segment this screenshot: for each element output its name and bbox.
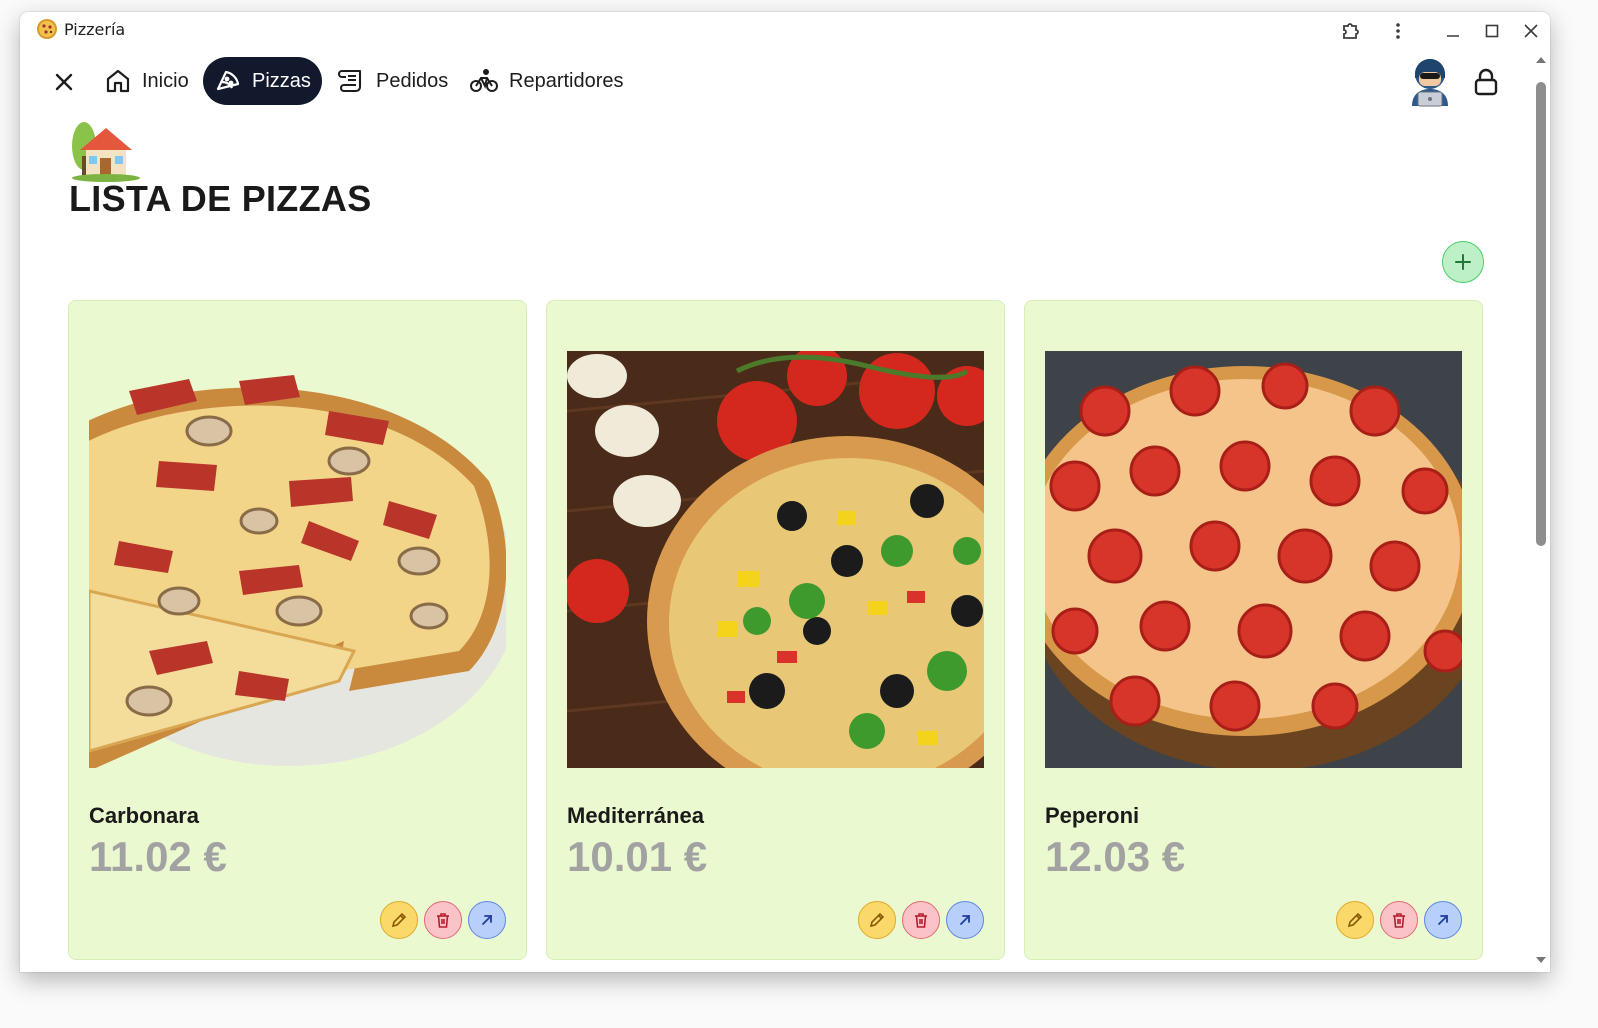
pizza-image-peperoni xyxy=(1045,351,1462,768)
pizza-card[interactable]: Carbonara 11.02 € xyxy=(68,300,527,960)
trash-icon xyxy=(915,913,927,928)
pizza-app-icon xyxy=(37,19,57,39)
home-icon xyxy=(106,69,130,93)
pizza-card[interactable]: Mediterránea 10.01 € xyxy=(546,300,1005,960)
window-title: Pizzería xyxy=(64,20,126,39)
trash-icon xyxy=(437,913,449,928)
app-window: Pizzería Inicio Pizzas Pedidos Repartido… xyxy=(20,12,1550,972)
pizza-card[interactable]: Peperoni 12.03 € xyxy=(1024,300,1483,960)
pizza-name: Carbonara xyxy=(89,803,200,828)
delete-button[interactable] xyxy=(424,901,462,939)
pizza-image-mediterranea xyxy=(567,351,984,768)
nav-item-label: Repartidores xyxy=(509,69,624,92)
pizza-price: 11.02 € xyxy=(89,833,227,880)
pizza-actions xyxy=(1336,901,1462,939)
arrow-up-right-icon xyxy=(960,915,970,925)
open-detail-button[interactable] xyxy=(468,901,506,939)
close-icon xyxy=(55,73,73,91)
nav-item-pedidos[interactable]: Pedidos xyxy=(324,57,460,105)
nav-item-pizzas[interactable]: Pizzas xyxy=(203,57,322,105)
pizza-icon xyxy=(216,70,240,91)
scroll-up-icon[interactable] xyxy=(1534,54,1548,66)
delete-button[interactable] xyxy=(902,901,940,939)
nav-item-inicio[interactable]: Inicio xyxy=(92,57,201,105)
edit-button[interactable] xyxy=(1336,901,1374,939)
house-icon xyxy=(72,122,140,182)
pencil-icon xyxy=(869,912,885,928)
pizza-image-carbonara xyxy=(89,351,506,768)
edit-button[interactable] xyxy=(858,901,896,939)
more-options-icon[interactable] xyxy=(1385,18,1411,44)
pizza-actions xyxy=(380,901,506,939)
nav-item-repartidores[interactable]: Repartidores xyxy=(457,57,636,105)
pizza-grid: Carbonara 11.02 € Mediterránea 10.01 € P… xyxy=(68,300,1484,960)
bicycle-icon xyxy=(470,69,498,92)
scrollbar-thumb[interactable] xyxy=(1536,82,1546,546)
delete-button[interactable] xyxy=(1380,901,1418,939)
pizza-price: 10.01 € xyxy=(567,833,708,880)
main-navigation: Inicio Pizzas Pedidos Repartidores xyxy=(20,56,1530,108)
logout-lock-button[interactable] xyxy=(1470,66,1502,98)
scroll-down-icon[interactable] xyxy=(1534,954,1548,966)
extensions-icon[interactable] xyxy=(1338,18,1364,44)
open-detail-button[interactable] xyxy=(1424,901,1462,939)
plus-icon xyxy=(1455,254,1471,270)
pizza-name: Mediterránea xyxy=(567,803,704,828)
receipt-scroll-icon xyxy=(338,69,362,93)
arrow-up-right-icon xyxy=(1438,915,1448,925)
close-menu-button[interactable] xyxy=(48,66,80,98)
pizza-name: Peperoni xyxy=(1045,803,1140,828)
pizza-actions xyxy=(858,901,984,939)
user-avatar[interactable] xyxy=(1404,56,1456,108)
arrow-up-right-icon xyxy=(482,915,492,925)
pizza-price: 12.03 € xyxy=(1045,833,1186,880)
add-pizza-button[interactable] xyxy=(1442,241,1484,283)
lock-icon xyxy=(1474,68,1498,96)
trash-icon xyxy=(1393,913,1405,928)
open-detail-button[interactable] xyxy=(946,901,984,939)
close-window-icon[interactable] xyxy=(1518,18,1544,44)
nav-item-label: Pizzas xyxy=(252,69,311,92)
page-title: LISTA DE PIZZAS xyxy=(69,178,372,219)
minimize-icon[interactable] xyxy=(1440,18,1466,44)
maximize-icon[interactable] xyxy=(1479,18,1505,44)
nav-item-label: Inicio xyxy=(142,69,189,92)
title-bar: Pizzería xyxy=(20,12,1550,48)
pencil-icon xyxy=(1347,912,1363,928)
nav-item-label: Pedidos xyxy=(376,69,449,92)
pencil-icon xyxy=(391,912,407,928)
edit-button[interactable] xyxy=(380,901,418,939)
